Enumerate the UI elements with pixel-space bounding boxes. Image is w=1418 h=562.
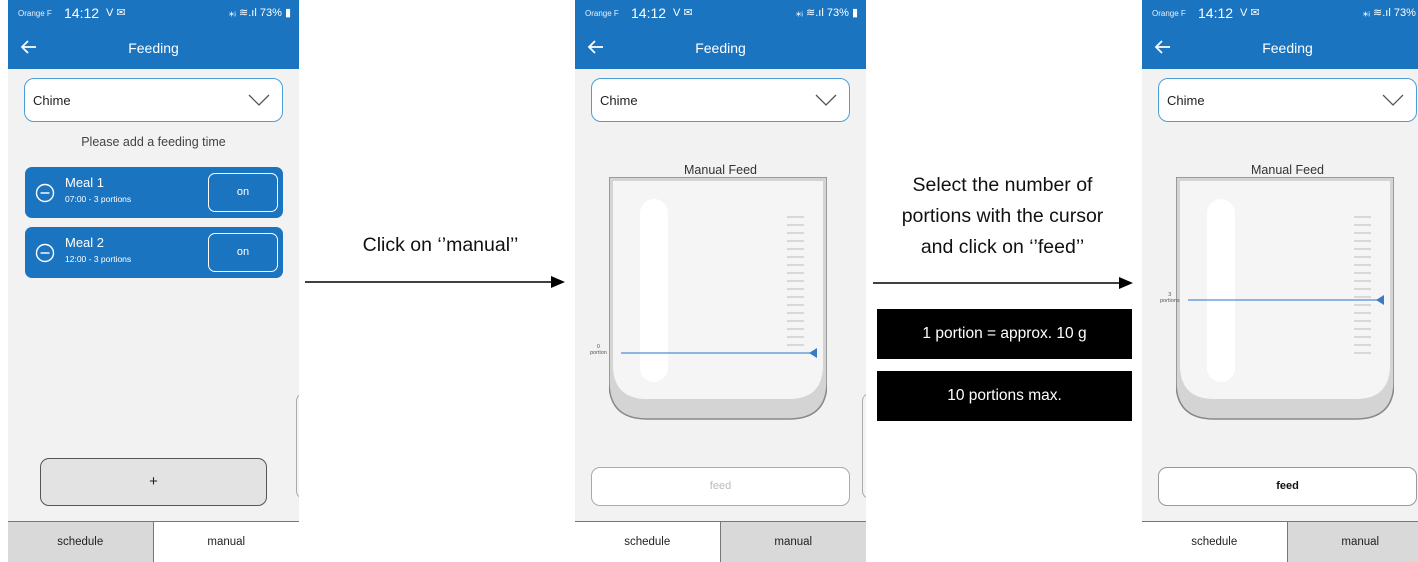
portion-weight-info: 1 portion = approx. 10 g (877, 309, 1132, 359)
status-bar: Orange F 14:12 V ✉ ⁎ᵢ ≋.ıl 73% ▮ (8, 0, 299, 28)
next-page-peek (296, 393, 299, 499)
tab-manual[interactable]: manual (153, 522, 299, 562)
page-title: Feeding (128, 40, 179, 56)
tab-bar: schedule manual (1142, 521, 1418, 562)
portion-level-label: 0 portion (590, 344, 607, 356)
device-select-value: Chime (600, 93, 638, 108)
max-portions-info: 10 portions max. (877, 371, 1132, 421)
meal-card[interactable]: Meal 2 12:00 - 3 portions on (25, 227, 283, 278)
page-title: Feeding (1262, 40, 1313, 56)
step-1-instruction: Click on ‘’manual’’ (362, 234, 519, 256)
device-select[interactable]: Chime (591, 78, 850, 122)
portion-cup[interactable] (1176, 177, 1394, 421)
battery-level: 73% (826, 7, 849, 19)
notification-icons: V ✉ (106, 7, 126, 19)
feed-button[interactable]: feed (1158, 467, 1417, 506)
tab-bar: schedule manual (8, 521, 299, 562)
carrier-label: Orange F (585, 9, 619, 18)
portion-level-unit: portion (590, 350, 607, 356)
battery-level: 73% (1393, 7, 1416, 19)
battery-level: 73% (259, 7, 282, 19)
device-select-value: Chime (1167, 93, 1205, 108)
tab-schedule[interactable]: schedule (575, 522, 721, 562)
portion-cup[interactable] (609, 177, 827, 421)
minus-circle-icon[interactable] (35, 243, 55, 263)
notification-icons: V ✉ (673, 7, 693, 19)
chevron-down-icon (248, 94, 270, 106)
app-bar: Feeding (1142, 28, 1418, 69)
step-2-instruction: Select the number of portions with the c… (860, 170, 1145, 263)
next-page-peek (862, 393, 866, 499)
phone-screen-manual-empty: Orange F 14:12 V ✉ ⁎ᵢ ≋.ıl 73% ▮ Feeding… (575, 0, 866, 562)
battery-icon: ▮ (851, 7, 858, 19)
meal-title: Meal 2 (65, 235, 105, 250)
portion-level-label: 3 portions (1160, 292, 1180, 304)
notification-icons: V ✉ (1240, 7, 1260, 19)
app-bar: Feeding (8, 28, 299, 69)
manual-feed-title: Manual Feed (684, 163, 757, 177)
manual-feed-title: Manual Feed (1251, 163, 1324, 177)
meal-title: Meal 1 (65, 175, 105, 190)
device-select[interactable]: Chime (1158, 78, 1417, 122)
tab-schedule[interactable]: schedule (8, 522, 154, 562)
tab-bar: schedule manual (575, 521, 866, 562)
phone-screen-schedule: Orange F 14:12 V ✉ ⁎ᵢ ≋.ıl 73% ▮ Feeding… (8, 0, 299, 562)
portion-level-unit: portions (1160, 298, 1180, 304)
battery-icon: ▮ (284, 7, 291, 19)
signal-icons: ⁎ᵢ ≋.ıl (228, 7, 257, 19)
signal-icons: ⁎ᵢ ≋.ıl (1362, 7, 1391, 19)
clock: 14:12 (1198, 5, 1234, 21)
tab-manual[interactable]: manual (1287, 522, 1418, 562)
arrow-right-icon (873, 277, 1133, 289)
arrow-right-icon (305, 276, 565, 288)
carrier-label: Orange F (1152, 9, 1186, 18)
device-select-value: Chime (33, 93, 71, 108)
tab-manual[interactable]: manual (720, 522, 866, 562)
cup-highlight (640, 199, 668, 382)
meal-details: 12:00 - 3 portions (65, 254, 132, 264)
signal-battery: ⁎ᵢ ≋.ıl 73% ▮ (229, 6, 291, 19)
device-select[interactable]: Chime (24, 78, 283, 122)
page-title: Feeding (695, 40, 746, 56)
step-2-line-3: and click on ‘’feed’’ (920, 236, 1085, 258)
signal-battery: ⁎ᵢ ≋.ıl 73% ▮ (796, 6, 858, 19)
app-bar: Feeding (575, 28, 866, 69)
minus-circle-icon[interactable] (35, 183, 55, 203)
meal-toggle-button[interactable]: on (208, 173, 278, 212)
tab-schedule[interactable]: schedule (1142, 522, 1288, 562)
feed-button[interactable]: feed (591, 467, 850, 506)
empty-hint: Please add a feeding time (81, 135, 226, 149)
chevron-down-icon (1382, 94, 1404, 106)
clock: 14:12 (64, 5, 100, 21)
carrier-label: Orange F (18, 9, 52, 18)
add-meal-button[interactable]: + (40, 458, 267, 506)
cup-highlight (1207, 199, 1235, 382)
chevron-down-icon (815, 94, 837, 106)
status-bar: Orange F 14:12 V ✉ ⁎ᵢ ≋.ıl 73% ▮ (1142, 0, 1418, 28)
meal-toggle-button[interactable]: on (208, 233, 278, 272)
signal-icons: ⁎ᵢ ≋.ıl (795, 7, 824, 19)
meal-card[interactable]: Meal 1 07:00 - 3 portions on (25, 167, 283, 218)
signal-battery: ⁎ᵢ ≋.ıl 73% ▮ (1363, 6, 1418, 19)
meal-details: 07:00 - 3 portions (65, 194, 132, 204)
status-bar: Orange F 14:12 V ✉ ⁎ᵢ ≋.ıl 73% ▮ (575, 0, 866, 28)
phone-screen-manual-set: Orange F 14:12 V ✉ ⁎ᵢ ≋.ıl 73% ▮ Feeding… (1142, 0, 1418, 562)
clock: 14:12 (631, 5, 667, 21)
step-2-line-1: Select the number of (912, 174, 1093, 196)
step-2-line-2: portions with the cursor (901, 205, 1104, 227)
